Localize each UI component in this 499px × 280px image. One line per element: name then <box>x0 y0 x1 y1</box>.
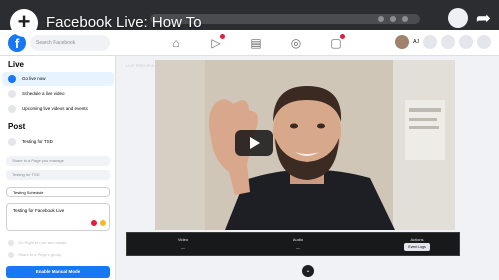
stat-heading-audio: Audio <box>292 237 304 242</box>
create-icon[interactable] <box>423 35 437 49</box>
enable-manual-mode-button[interactable]: Enable Manual Mode <box>6 266 110 278</box>
option-icon <box>8 240 14 246</box>
video-camera-icon <box>8 75 16 83</box>
disabled-option: Share to a Page's group <box>8 252 62 258</box>
extension-icon[interactable] <box>378 16 384 22</box>
posting-as-label: Testing for TSD <box>22 139 53 144</box>
description-text: Testing for Facebook Live <box>13 208 65 213</box>
marketplace-icon[interactable]: ▤ <box>248 35 264 51</box>
option-icon <box>8 252 14 258</box>
posting-as-selector[interactable]: Testing for TSD <box>2 135 114 149</box>
title-input[interactable]: Testing Schedule <box>6 187 110 197</box>
webcam-scene <box>155 60 455 230</box>
event-logs-button[interactable]: Event Logs <box>404 243 430 251</box>
stat-heading-video: Video <box>177 237 189 242</box>
description-textarea[interactable]: Testing for Facebook Live <box>6 203 110 231</box>
avatar[interactable] <box>395 35 410 49</box>
clock-icon <box>8 90 16 98</box>
notifications-icon[interactable] <box>459 35 473 49</box>
watch-later-icon[interactable] <box>447 8 468 28</box>
sidebar-item-go-live[interactable]: Go live now <box>2 72 114 86</box>
account-controls: AJ <box>395 35 491 49</box>
page-select[interactable]: Testing for TSD <box>6 170 110 180</box>
sidebar-item-label: Go live now <box>22 76 46 81</box>
user-name[interactable]: AJ <box>413 39 419 45</box>
watch-icon[interactable]: ▷ <box>208 34 225 51</box>
extension-icon[interactable] <box>402 16 408 22</box>
preview-label: LIVE PREVIEW <box>126 63 155 68</box>
option-label: Go Right to Live and create <box>18 240 67 245</box>
groups-icon[interactable]: ◎ <box>288 35 304 51</box>
video-title[interactable]: Facebook Live: How To <box>46 14 202 31</box>
chevron-down-icon[interactable]: ⌄ <box>302 265 314 277</box>
stat-value-video: — <box>181 245 185 250</box>
live-heading: Live <box>8 60 25 69</box>
stat-heading-actions: Actions <box>410 237 424 242</box>
disabled-option: Go Right to Live and create <box>8 240 67 246</box>
emoji-icon[interactable] <box>100 220 106 226</box>
option-label: Share to a Page's group <box>18 252 62 257</box>
notification-dot <box>340 34 345 39</box>
sidebar-item-label: Schedule a live video <box>22 91 65 96</box>
live-producer-sidebar: Live Go live now Schedule a live video U… <box>0 56 116 280</box>
screen: f Search Facebook ⌂ ▷ ▤ ◎ ▢ AJ + Faceboo… <box>0 0 499 280</box>
calendar-icon <box>8 105 16 113</box>
search-input[interactable]: Search Facebook <box>30 35 110 51</box>
account-menu-icon[interactable] <box>477 35 491 49</box>
sidebar-item-schedule[interactable]: Schedule a live video <box>2 87 114 101</box>
youtube-overlay-actions: ➦ <box>447 8 491 28</box>
notification-dot <box>220 34 225 39</box>
webcam-preview-video[interactable] <box>155 60 455 230</box>
sidebar-item-upcoming[interactable]: Upcoming live videos and events <box>2 102 114 116</box>
play-button-icon[interactable] <box>235 130 273 156</box>
stat-value-audio: — <box>296 245 300 250</box>
post-heading: Post <box>8 122 26 131</box>
location-pin-icon[interactable] <box>91 220 97 226</box>
sidebar-item-label: Upcoming live videos and events <box>22 106 88 111</box>
extension-icon[interactable] <box>390 16 396 22</box>
home-icon[interactable]: ⌂ <box>168 35 184 51</box>
share-location-select[interactable]: Share in a Page you manage <box>6 156 110 166</box>
gaming-icon[interactable]: ▢ <box>328 34 345 51</box>
channel-avatar-icon[interactable]: + <box>10 9 38 37</box>
facebook-top-bar: f Search Facebook ⌂ ▷ ▤ ◎ ▢ AJ <box>0 30 499 56</box>
share-icon[interactable]: ➦ <box>476 9 491 27</box>
messenger-icon[interactable] <box>441 35 455 49</box>
page-avatar-icon <box>8 138 16 146</box>
